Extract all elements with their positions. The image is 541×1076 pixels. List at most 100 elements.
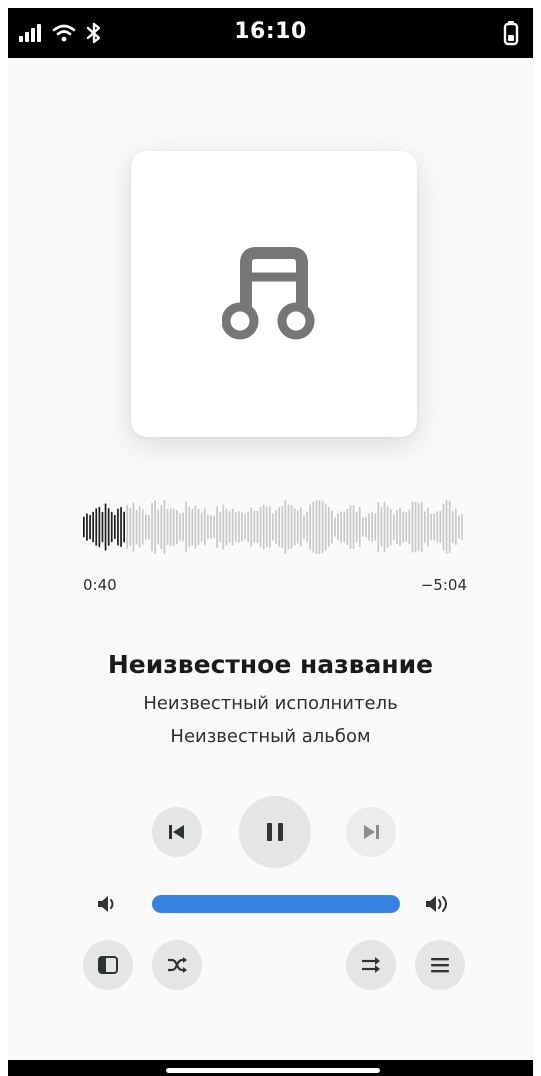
- waveform-bar: [439, 510, 442, 543]
- remaining-time: −5:04: [420, 576, 467, 594]
- waveform-bar-played: [92, 511, 94, 543]
- waveform-bar: [309, 504, 311, 550]
- waveform-bar: [420, 501, 423, 553]
- waveform-bar: [241, 512, 243, 542]
- waveform-bar-played: [98, 506, 101, 548]
- waveform-bar: [327, 507, 330, 548]
- waveform-bar: [225, 508, 228, 546]
- pause-icon: [267, 823, 283, 841]
- waveform-bar: [458, 515, 460, 539]
- waveform-bar: [355, 511, 358, 543]
- previous-button[interactable]: [152, 807, 202, 857]
- waveform-bar: [424, 511, 426, 543]
- waveform-bar: [461, 513, 463, 541]
- waveform-bar: [303, 515, 305, 539]
- waveform-bar: [337, 513, 339, 541]
- elapsed-time: 0:40: [83, 576, 117, 594]
- waveform-bar: [296, 510, 299, 544]
- waveform-bar-played: [110, 511, 113, 543]
- waveform-bar: [172, 508, 175, 546]
- waveform-bar: [160, 504, 163, 550]
- waveform-bar: [157, 509, 160, 545]
- music-player-screen: 0:40 −5:04 Неизвестное название Неизвест…: [8, 58, 533, 1060]
- toggle-sidebar-button[interactable]: [83, 940, 133, 990]
- next-button[interactable]: [346, 807, 396, 857]
- waveform-bar: [331, 510, 333, 544]
- waveform-bar: [411, 501, 414, 553]
- waveform-bar: [191, 508, 194, 546]
- waveform-bar-played: [114, 514, 116, 539]
- volume-low-icon: [98, 896, 114, 912]
- waveform-bar: [253, 510, 256, 544]
- waveform-bar: [383, 501, 386, 553]
- music-note-icon: [222, 247, 315, 340]
- waveform-bar: [203, 508, 206, 546]
- skip-previous-icon: [169, 825, 184, 839]
- waveform-bar: [154, 500, 156, 554]
- home-indicator[interactable]: [166, 1068, 380, 1073]
- sidebar-icon: [98, 956, 118, 974]
- waveform-bar: [368, 513, 370, 541]
- waveform-bar: [340, 511, 342, 543]
- waveform-bar-played: [83, 516, 85, 538]
- play-pause-button[interactable]: [239, 796, 311, 868]
- waveform-bar: [135, 509, 138, 545]
- waveform-seekbar[interactable]: [83, 497, 467, 557]
- waveform-bar: [408, 509, 411, 545]
- waveform-bar: [207, 514, 209, 540]
- waveform-bar: [138, 506, 141, 548]
- waveform-bar: [417, 502, 420, 552]
- volume-slider[interactable]: [152, 895, 400, 913]
- waveform-bar: [402, 511, 404, 543]
- waveform-bar: [234, 512, 237, 542]
- waveform-bar-played: [104, 503, 107, 551]
- waveform-bar: [200, 512, 203, 542]
- waveform-bar: [374, 513, 377, 541]
- waveform-bar: [405, 512, 408, 542]
- repeat-icon: [362, 957, 380, 973]
- waveform-bar: [343, 511, 346, 543]
- waveform-bar-played: [86, 513, 88, 541]
- waveform-bar: [399, 507, 401, 547]
- waveform-bar: [238, 511, 240, 543]
- waveform-bar: [352, 505, 355, 549]
- waveform-bar: [262, 504, 265, 550]
- track-album: Неизвестный альбом: [170, 726, 371, 747]
- waveform-bar: [455, 508, 457, 546]
- waveform-bar: [179, 513, 181, 541]
- waveform-bar: [362, 517, 364, 537]
- waveform-bar: [219, 511, 222, 543]
- waveform-bar: [312, 501, 315, 553]
- menu-button[interactable]: [415, 940, 465, 990]
- album-cover: [131, 151, 417, 437]
- waveform-bar-played: [95, 508, 98, 546]
- waveform-bar-played: [107, 508, 110, 546]
- waveform-bar: [259, 506, 262, 548]
- battery-icon: [503, 21, 519, 46]
- waveform-bar: [346, 508, 349, 546]
- waveform-bar: [145, 514, 147, 540]
- waveform-bar: [306, 511, 308, 543]
- waveform-bar: [281, 506, 284, 548]
- shuffle-button[interactable]: [152, 940, 202, 990]
- track-artist: Неизвестный исполнитель: [143, 693, 398, 714]
- waveform-bar: [442, 503, 445, 551]
- waveform-bar: [210, 515, 212, 539]
- waveform-bar: [293, 508, 296, 546]
- waveform-bar: [244, 514, 246, 540]
- waveform-bar: [284, 500, 287, 554]
- waveform-bar: [324, 503, 327, 551]
- repeat-button[interactable]: [346, 940, 396, 990]
- waveform-bar-played: [120, 506, 122, 547]
- skip-next-icon: [364, 825, 379, 839]
- waveform-bar: [427, 507, 429, 547]
- waveform-bar: [169, 507, 172, 547]
- waveform-bar: [287, 504, 290, 550]
- waveform-bar: [448, 500, 451, 554]
- waveform-bar: [290, 505, 293, 549]
- waveform-bar: [318, 500, 321, 554]
- waveform-bar: [445, 500, 448, 554]
- waveform-bar: [365, 516, 367, 538]
- waveform-bar: [436, 511, 439, 543]
- waveform-bar: [194, 505, 197, 549]
